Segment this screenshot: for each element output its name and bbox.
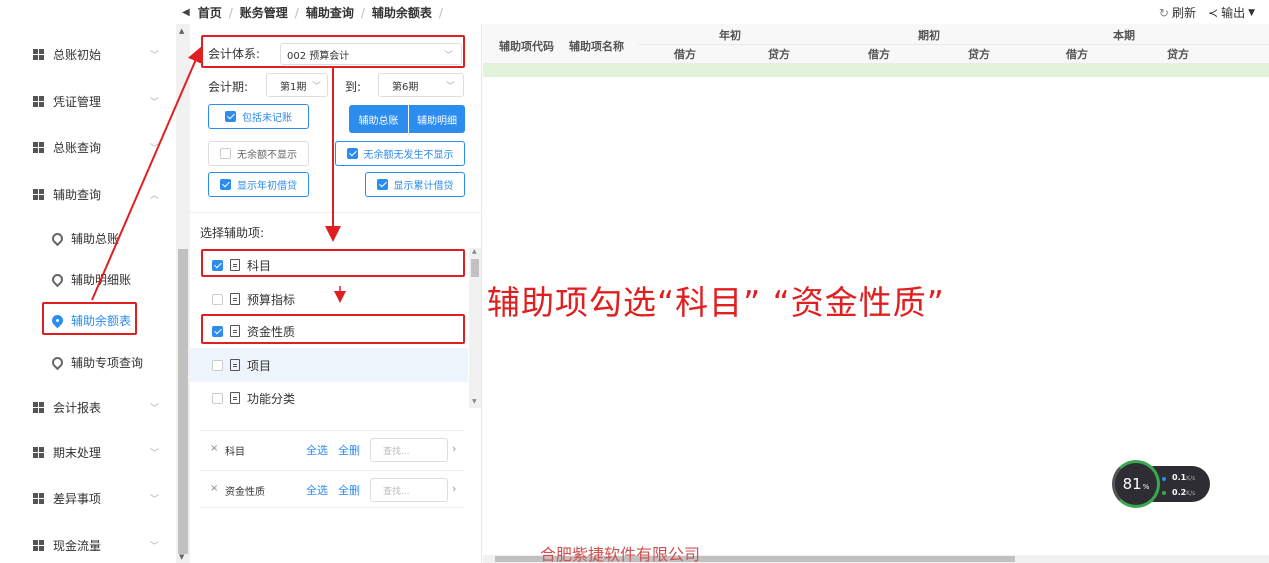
upload-dot-icon — [1162, 477, 1166, 481]
download-dot-icon — [1162, 491, 1166, 495]
company-watermark: 合肥紫捷软件有限公司 — [540, 545, 701, 563]
arrow-nav-to-system — [91, 46, 203, 301]
annotation-instruction: 辅助项勾选“科目” “资金性质” — [487, 283, 945, 322]
download-rate: 0.2K/s — [1172, 488, 1196, 497]
upload-rate: 0.1K/s — [1172, 473, 1196, 482]
network-speed-widget[interactable]: 81% 0.1K/s 0.2K/s — [1112, 460, 1210, 508]
cpu-ring: 81% — [1112, 460, 1160, 508]
